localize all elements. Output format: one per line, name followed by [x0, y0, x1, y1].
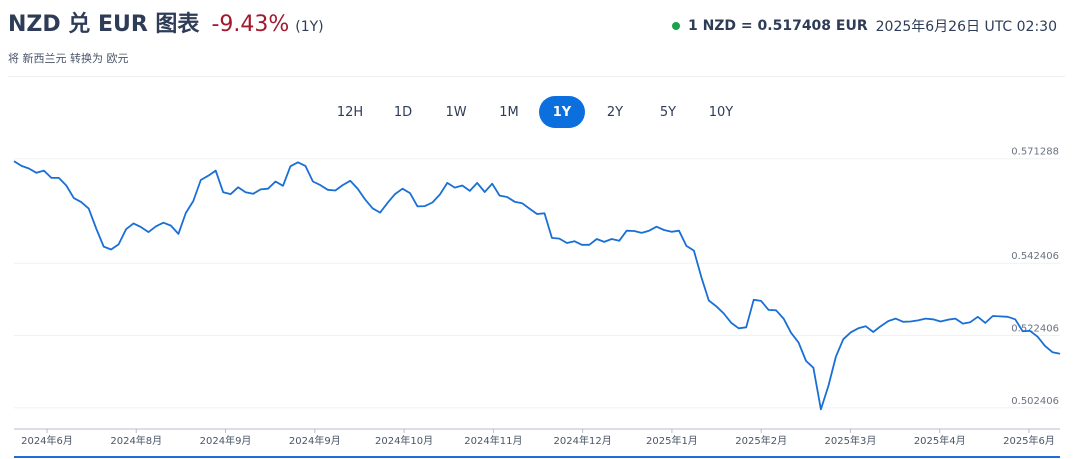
x-tick-label: 2024年10月 [375, 434, 433, 447]
y-axis-labels: 0.5712880.5424060.5224060.502406 [1011, 147, 1059, 407]
chart-series [13, 160, 1061, 411]
change-percent: -9.43% [211, 12, 290, 37]
x-tick-label: 2024年11月 [464, 434, 522, 447]
live-status-dot-icon [671, 22, 680, 30]
period-label: (1Y) [295, 19, 324, 35]
x-tick-label: 2024年12月 [554, 434, 612, 447]
tab-1y[interactable]: 1Y [539, 96, 585, 128]
rate-group: 1 NZD = 0.517408 EUR 2025年6月26日 UTC 02:3… [671, 16, 1057, 36]
x-tick-label: 2025年4月 [914, 434, 966, 447]
y-tick-label: 0.542406 [1011, 251, 1059, 262]
chart-gridlines [14, 158, 1060, 409]
tab-5y[interactable]: 5Y [645, 96, 691, 128]
tab-10y[interactable]: 10Y [698, 96, 744, 128]
x-tick-label: 2024年8月 [110, 434, 162, 447]
series-line [13, 160, 1061, 411]
tab-12h[interactable]: 12H [327, 96, 373, 128]
tab-1m[interactable]: 1M [486, 96, 532, 128]
title-group: NZD 兑 EUR 图表 -9.43% (1Y) [8, 6, 324, 38]
x-tick-label: 2024年9月 [289, 434, 341, 447]
exchange-rate: 1 NZD = 0.517408 EUR [687, 18, 868, 34]
tab-1w[interactable]: 1W [433, 96, 479, 128]
x-axis: 2024年6月 2024年8月 2024年9月 2024年9月 2024年10月 2024… [14, 428, 1060, 458]
line-chart[interactable]: 0.5712880.5424060.5224060.502406 2024年6月… [0, 140, 1073, 459]
x-tick-label: 2025年3月 [825, 434, 877, 447]
x-tick-label: 2025年1月 [646, 434, 698, 447]
tab-1d[interactable]: 1D [380, 96, 426, 128]
range-scrollbar[interactable] [14, 456, 1060, 458]
tab-2y[interactable]: 2Y [592, 96, 638, 128]
page-title: NZD 兑 EUR 图表 [8, 12, 200, 37]
x-tick-label: 2024年9月 [200, 434, 252, 447]
rate-timestamp: 2025年6月26日 UTC 02:30 [875, 19, 1057, 35]
y-tick-label: 0.502406 [1011, 396, 1059, 407]
x-tick-label: 2025年2月 [735, 434, 787, 447]
page-subtitle: 将 新西兰元 转换为 欧元 [8, 52, 129, 65]
x-tick-label: 2025年6月 [1003, 434, 1055, 447]
x-tick-label: 2024年6月 [21, 434, 73, 447]
y-tick-label: 0.571288 [1011, 147, 1059, 158]
header-divider [8, 76, 1065, 77]
chart-header: NZD 兑 EUR 图表 -9.43% (1Y) 1 NZD = 0.51740… [8, 6, 1065, 46]
range-tabs: 12H 1D 1W 1M 1Y 2Y 5Y 10Y [327, 96, 751, 128]
